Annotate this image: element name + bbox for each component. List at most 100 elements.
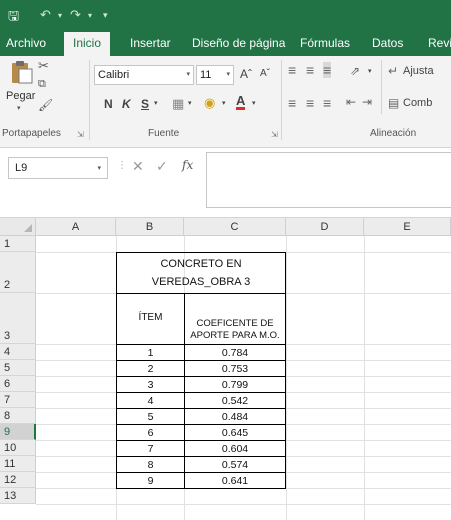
align-top-icon[interactable]: ≡ (288, 62, 296, 78)
header-coef-line2: APORTE PARA M.O. (190, 330, 280, 341)
column-header-d[interactable]: D (286, 218, 364, 236)
row-header-2[interactable]: 2 (0, 252, 36, 293)
wrap-text-icon[interactable]: ↵ (388, 64, 398, 78)
formula-input[interactable] (206, 152, 451, 208)
tab-datos[interactable]: Datos (372, 30, 403, 56)
redo-dropdown-icon[interactable]: ▾ (88, 11, 92, 20)
tab-diseno-pagina[interactable]: Diseño de página (192, 30, 285, 56)
item-cell[interactable]: 6 (116, 424, 185, 441)
cancel-icon[interactable]: ✕ (132, 158, 144, 175)
item-cell[interactable]: 8 (116, 456, 185, 473)
paste-icon[interactable] (11, 60, 33, 84)
font-color-icon[interactable]: A (236, 94, 246, 110)
row-header-10[interactable]: 10 (0, 440, 36, 456)
align-right-icon[interactable]: ≡ (323, 95, 331, 111)
borders-icon[interactable]: ▦ (172, 96, 184, 112)
row-header-12[interactable]: 12 (0, 472, 36, 488)
column-header-e[interactable]: E (364, 218, 451, 236)
insert-function-icon[interactable]: fx (182, 158, 193, 172)
font-name-select[interactable]: Calibri ▾ (94, 65, 194, 85)
redo-icon[interactable]: ↷ (70, 7, 81, 23)
font-color-dropdown-icon[interactable]: ▾ (252, 99, 256, 107)
row-header-4[interactable]: 4 (0, 344, 36, 360)
fill-color-dropdown-icon[interactable]: ▾ (222, 99, 226, 107)
row-header-3[interactable]: 3 (0, 293, 36, 344)
row-header-5[interactable]: 5 (0, 360, 36, 376)
value-cell[interactable]: 0.784 (184, 344, 286, 361)
fill-color-icon[interactable]: ◉ (204, 95, 215, 111)
row-header-9[interactable]: 9 (0, 424, 36, 440)
header-item-cell[interactable]: ÍTEM (116, 293, 185, 345)
item-cell[interactable]: 1 (116, 344, 185, 361)
align-left-icon[interactable]: ≡ (288, 95, 296, 111)
font-size-value: 11 (200, 69, 212, 81)
item-cell[interactable]: 3 (116, 376, 185, 393)
item-cell[interactable]: 7 (116, 440, 185, 457)
cut-icon[interactable]: ✂ (38, 58, 49, 74)
orientation-icon[interactable]: ⇗ (350, 64, 360, 78)
item-cell[interactable]: 2 (116, 360, 185, 377)
font-size-select[interactable]: 11 ▾ (196, 65, 234, 85)
table-title-cell[interactable]: CONCRETO EN VEREDAS_OBRA 3 (116, 252, 286, 294)
format-painter-icon[interactable]: 🖌 (38, 98, 53, 112)
row-header-1[interactable]: 1 (0, 236, 36, 252)
decrease-font-icon[interactable]: Aˇ (260, 68, 270, 79)
merge-center-icon[interactable]: ▤ (388, 96, 399, 110)
row-header-8[interactable]: 8 (0, 408, 36, 424)
column-header-c[interactable]: C (184, 218, 286, 236)
value-cell[interactable]: 0.574 (184, 456, 286, 473)
row-header-11[interactable]: 11 (0, 456, 36, 472)
column-header-b[interactable]: B (116, 218, 184, 236)
value-cell[interactable]: 0.799 (184, 376, 286, 393)
borders-dropdown-icon[interactable]: ▾ (188, 99, 192, 107)
decrease-indent-icon[interactable]: ⇤ (346, 95, 356, 109)
increase-indent-icon[interactable]: ⇥ (362, 95, 372, 109)
value-cell[interactable]: 0.645 (184, 424, 286, 441)
align-center-icon[interactable]: ≡ (306, 95, 314, 111)
name-box[interactable]: L9 ▾ (8, 157, 108, 179)
underline-dropdown-icon[interactable]: ▾ (154, 99, 158, 107)
undo-icon[interactable]: ↶ (40, 7, 51, 23)
item-cell[interactable]: 9 (116, 472, 185, 489)
customize-toolbar-icon[interactable]: ▾ (103, 10, 108, 21)
paste-dropdown-icon[interactable]: ▾ (17, 104, 21, 112)
tab-revisar[interactable]: Revis (428, 30, 451, 56)
bold-button[interactable]: N (104, 97, 113, 111)
align-middle-icon[interactable]: ≡ (306, 62, 314, 78)
increase-font-icon[interactable]: Aˆ (240, 67, 252, 81)
value-cell[interactable]: 0.484 (184, 408, 286, 425)
copy-icon[interactable]: ⧉ (38, 78, 46, 91)
resize-handle-icon[interactable]: ⋮ (117, 160, 127, 171)
orientation-dropdown-icon[interactable]: ▾ (368, 67, 372, 75)
paste-button[interactable]: Pegar (6, 90, 35, 102)
italic-button[interactable]: K (122, 97, 131, 111)
tab-formulas[interactable]: Fórmulas (300, 30, 350, 56)
align-bottom-icon[interactable]: ≡ (323, 62, 332, 78)
column-header-a[interactable]: A (36, 218, 116, 236)
tab-insertar[interactable]: Insertar (130, 30, 171, 56)
name-box-value: L9 (15, 162, 28, 174)
font-launcher-icon[interactable]: ⇲ (271, 130, 278, 139)
enter-icon[interactable]: ✓ (156, 158, 168, 175)
underline-button[interactable]: S (141, 97, 149, 111)
tab-inicio[interactable]: Inicio (64, 32, 111, 56)
item-cell[interactable]: 4 (116, 392, 185, 409)
merge-center-button[interactable]: Comb (403, 97, 432, 109)
clipboard-launcher-icon[interactable]: ⇲ (77, 130, 84, 139)
item-cell[interactable]: 5 (116, 408, 185, 425)
value-cell[interactable]: 0.542 (184, 392, 286, 409)
row-header-13[interactable]: 13 (0, 488, 36, 504)
select-all-button[interactable] (0, 218, 36, 236)
wrap-text-button[interactable]: Ajusta (403, 65, 434, 77)
value-cell[interactable]: 0.641 (184, 472, 286, 489)
value-cell[interactable]: 0.604 (184, 440, 286, 457)
tab-archivo[interactable]: Archivo (6, 30, 46, 56)
header-coef-cell[interactable]: COEFICENTE DE APORTE PARA M.O. (184, 293, 286, 345)
row-header-6[interactable]: 6 (0, 376, 36, 392)
undo-dropdown-icon[interactable]: ▾ (58, 11, 62, 20)
value-cell[interactable]: 0.753 (184, 360, 286, 377)
ribbon-tabs: Archivo Inicio Insertar Diseño de página… (0, 30, 451, 56)
row-header-7[interactable]: 7 (0, 392, 36, 408)
spreadsheet-grid[interactable]: A B C D E 1 2 3 4 5 6 7 8 9 10 11 12 13 … (0, 218, 451, 520)
save-icon[interactable]: 🖫 (8, 7, 19, 29)
